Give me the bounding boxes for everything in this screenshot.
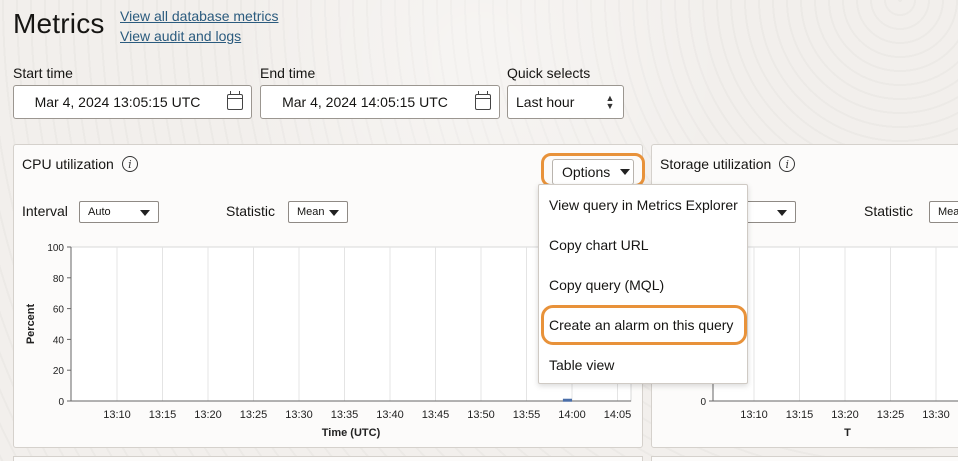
x-tick-label: 13:30 [922, 409, 950, 421]
x-tick-label: 14:05 [604, 409, 632, 421]
y-tick-label: 100 [47, 243, 64, 254]
options-menu: View query in Metrics Explorer Copy char… [538, 184, 748, 384]
x-axis-label: T [844, 427, 851, 439]
x-tick-label: 13:55 [513, 409, 541, 421]
storage-panel-title: Storage utilization i [660, 156, 796, 172]
statistic-label: Statistic [226, 203, 276, 219]
x-tick-label: 13:10 [740, 409, 768, 421]
x-tick-label: 13:25 [877, 409, 905, 421]
y-tick-label: 0 [58, 397, 64, 408]
x-tick-label: 13:45 [422, 409, 450, 421]
next-panel-edge [651, 456, 958, 461]
plot-area [712, 246, 958, 402]
x-axis-label: Time (UTC) [322, 427, 381, 439]
end-time-field[interactable]: Mar 4, 2024 14:05:15 UTC [260, 85, 500, 119]
next-panel-edge [13, 456, 643, 461]
info-icon[interactable]: i [779, 156, 796, 172]
menu-item-copy-query[interactable]: Copy query (MQL) [549, 277, 664, 293]
y-tick-label: 60 [53, 305, 65, 316]
y-tick-label: 80 [53, 274, 65, 285]
chevron-down-icon [777, 210, 787, 216]
y-tick-label: 40 [53, 335, 65, 346]
statistic-select[interactable]: Mean [288, 201, 348, 223]
storage-panel-title-text: Storage utilization [660, 156, 772, 172]
chevron-down-icon [140, 210, 150, 216]
storage-statistic-select[interactable]: Mean [929, 201, 958, 223]
menu-item-copy-chart-url[interactable]: Copy chart URL [549, 237, 649, 253]
updown-chevron-icon: ▲ ▼ [605, 93, 615, 111]
interval-select[interactable]: Auto [79, 201, 159, 223]
cpu-panel-title: CPU utilization i [22, 156, 138, 172]
start-time-value: Mar 4, 2024 13:05:15 UTC [34, 94, 201, 110]
menu-item-view-query[interactable]: View query in Metrics Explorer [549, 197, 738, 213]
x-tick-label: 13:50 [467, 409, 495, 421]
x-tick-label: 13:20 [831, 409, 859, 421]
chevron-down-icon [329, 210, 339, 216]
x-tick-label: 13:10 [103, 409, 131, 421]
quick-selects-dropdown[interactable]: Last hour ▲ ▼ [507, 85, 624, 119]
x-tick-label: 13:40 [376, 409, 404, 421]
page-title: Metrics [13, 8, 105, 39]
view-audit-logs-link[interactable]: View audit and logs [120, 26, 278, 46]
start-time-field[interactable]: Mar 4, 2024 13:05:15 UTC [13, 85, 252, 119]
calendar-icon[interactable] [475, 91, 491, 110]
calendar-icon[interactable] [227, 91, 243, 110]
cpu-panel-title-text: CPU utilization [22, 156, 114, 172]
x-tick-label: 13:35 [331, 409, 359, 421]
x-tick-label: 13:15 [149, 409, 177, 421]
options-button[interactable]: Options [552, 159, 634, 185]
quick-selects-value: Last hour [516, 94, 575, 110]
x-tick-label: 14:00 [558, 409, 586, 421]
options-button-label: Options [562, 164, 611, 180]
caret-down-icon [620, 169, 631, 175]
x-tick-label: 13:30 [285, 409, 313, 421]
interval-label: Interval [22, 203, 68, 219]
interval-value: Auto [88, 206, 111, 218]
y-axis-label: Percent [25, 303, 37, 344]
menu-item-table-view[interactable]: Table view [549, 357, 614, 373]
info-icon[interactable]: i [121, 156, 138, 172]
storage-statistic-value: Mean [938, 206, 958, 218]
y-tick-label: 20 [53, 366, 65, 377]
end-time-label: End time [260, 65, 316, 81]
y-tick-label: 0 [700, 397, 706, 408]
start-time-label: Start time [13, 65, 73, 81]
x-tick-label: 13:25 [240, 409, 268, 421]
end-time-value: Mar 4, 2024 14:05:15 UTC [282, 94, 448, 110]
x-tick-label: 13:15 [786, 409, 814, 421]
header-links: View all database metrics View audit and… [120, 6, 278, 46]
options-highlight-ring: Options [541, 153, 645, 187]
x-tick-label: 13:20 [194, 409, 222, 421]
quick-selects-label: Quick selects [507, 65, 591, 81]
menu-item-create-alarm[interactable]: Create an alarm on this query [549, 317, 733, 333]
view-all-metrics-link[interactable]: View all database metrics [120, 6, 278, 26]
statistic-value: Mean [297, 206, 325, 218]
storage-statistic-label: Statistic [864, 203, 914, 219]
